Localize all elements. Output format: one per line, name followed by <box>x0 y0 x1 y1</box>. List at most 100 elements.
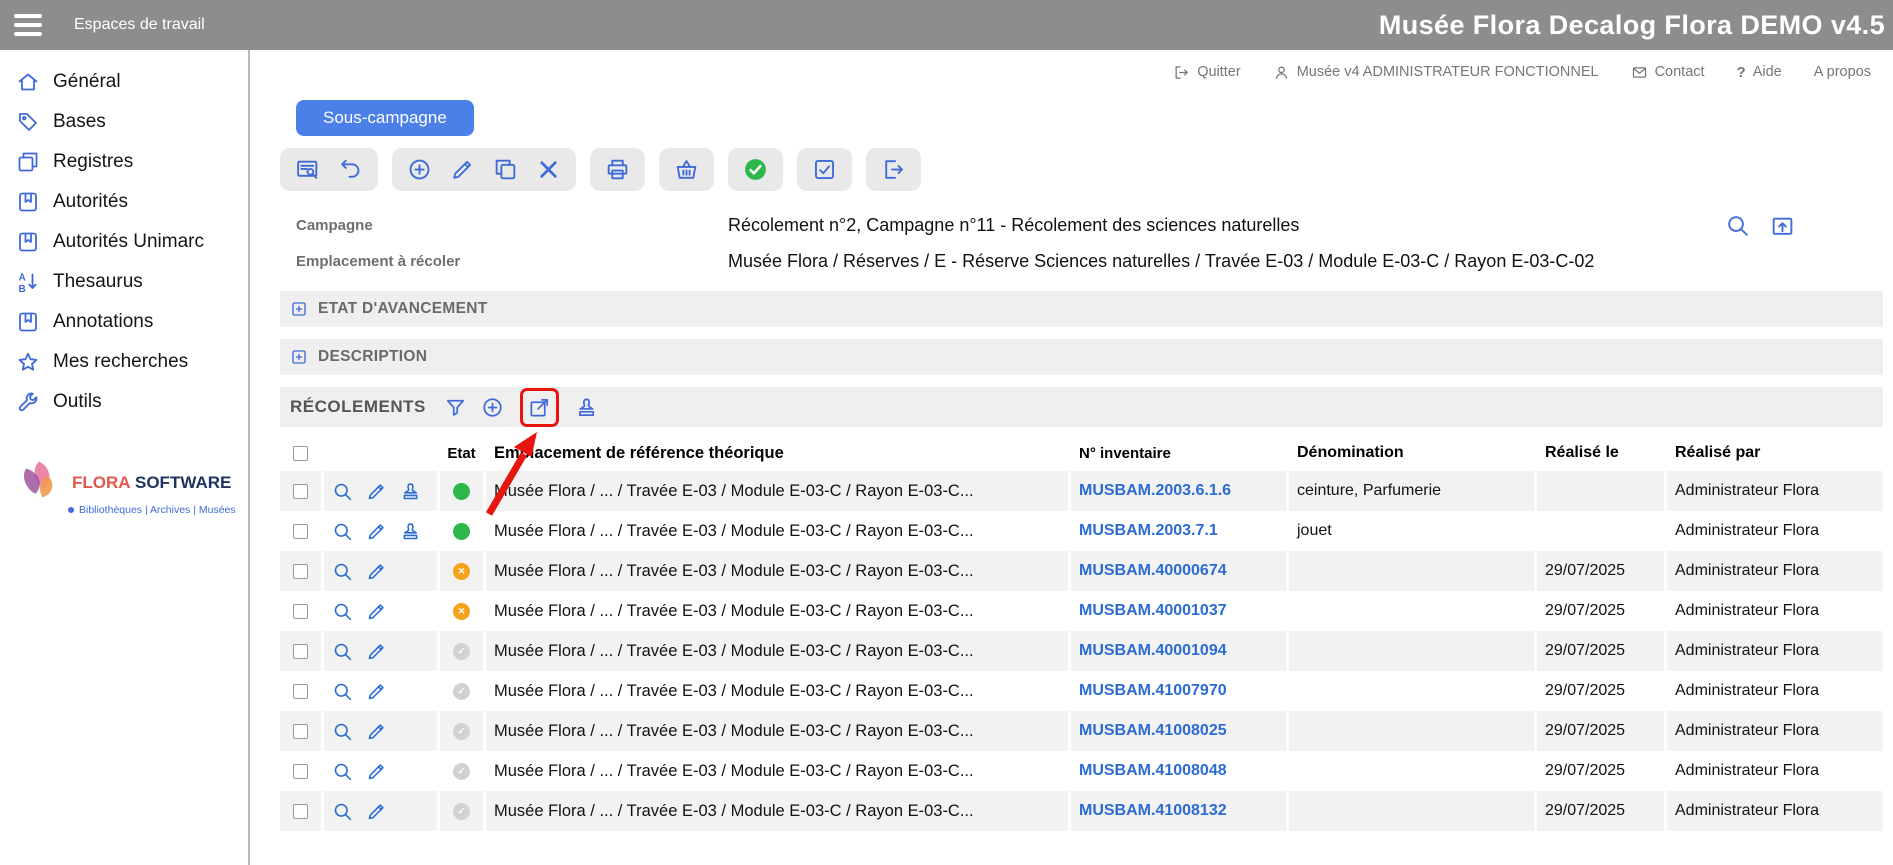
sidebar-item-registres[interactable]: Registres <box>0 142 248 182</box>
row-checkbox[interactable] <box>293 524 308 539</box>
inventory-link[interactable]: MUSBAM.2003.6.1.6 <box>1079 482 1231 500</box>
sidebar-item-autorites[interactable]: Autorités <box>0 182 248 222</box>
tag-icon <box>16 110 40 134</box>
sidebar-item-outils[interactable]: Outils <box>0 382 248 422</box>
inventory-link[interactable]: MUSBAM.2003.7.1 <box>1079 522 1218 540</box>
expand-plus-icon[interactable] <box>290 348 308 366</box>
row-denomination <box>1289 551 1537 591</box>
campagne-field-actions <box>1725 213 1883 238</box>
logo-name-secondary: SOFTWARE <box>135 473 231 492</box>
table-row: ✓ Musée Flora / ... / Travée E-03 / Modu… <box>280 751 1883 791</box>
row-location: Musée Flora / ... / Travée E-03 / Module… <box>486 591 1071 631</box>
inventory-link[interactable]: MUSBAM.40000674 <box>1079 562 1227 580</box>
delete-icon[interactable] <box>536 157 561 182</box>
pencil-icon[interactable] <box>366 641 387 662</box>
pencil-icon[interactable] <box>366 801 387 822</box>
select-all-checkbox[interactable] <box>293 446 308 461</box>
table-header-row: Etat Emplacement de référence théorique … <box>280 435 1883 471</box>
sidebar-item-label: Autorités <box>53 191 128 213</box>
check-circle-icon[interactable] <box>743 157 768 182</box>
logo-text: FLORA SOFTWARE <box>72 473 231 493</box>
search-icon[interactable] <box>1725 213 1750 238</box>
status-dot: ✕ <box>453 603 470 620</box>
row-checkbox[interactable] <box>293 804 308 819</box>
row-date: 29/07/2025 <box>1537 591 1667 631</box>
inventory-link[interactable]: MUSBAM.40001037 <box>1079 602 1227 620</box>
section-etat-avancement[interactable]: ETAT D'AVANCEMENT <box>280 291 1883 327</box>
sidebar-item-autorites-unimarc[interactable]: Autorités Unimarc <box>0 222 248 262</box>
pencil-icon[interactable] <box>366 521 387 542</box>
row-checkbox[interactable] <box>293 644 308 659</box>
pencil-icon[interactable] <box>366 481 387 502</box>
sidebar-item-annotations[interactable]: Annotations <box>0 302 248 342</box>
magnifier-icon[interactable] <box>332 641 353 662</box>
magnifier-icon[interactable] <box>332 681 353 702</box>
pencil-icon[interactable] <box>366 601 387 622</box>
inventory-link[interactable]: MUSBAM.41008025 <box>1079 722 1227 740</box>
stamp-icon[interactable] <box>575 396 598 419</box>
external-link-icon[interactable] <box>528 396 551 419</box>
magnifier-icon[interactable] <box>332 601 353 622</box>
expand-plus-icon[interactable] <box>290 300 308 318</box>
magnifier-icon[interactable] <box>332 721 353 742</box>
add-icon[interactable] <box>407 157 432 182</box>
sidebar-item-thesaurus[interactable]: AB Thesaurus <box>0 262 248 302</box>
row-checkbox[interactable] <box>293 724 308 739</box>
magnifier-icon[interactable] <box>332 561 353 582</box>
pencil-icon[interactable] <box>366 761 387 782</box>
row-checkbox[interactable] <box>293 684 308 699</box>
user-icon <box>1273 64 1290 81</box>
inventory-link[interactable]: MUSBAM.41008132 <box>1079 802 1227 820</box>
open-window-icon[interactable] <box>1770 213 1795 238</box>
about-link[interactable]: A propos <box>1814 64 1871 80</box>
copy-icon[interactable] <box>493 157 518 182</box>
checkbox-check-icon[interactable] <box>812 157 837 182</box>
table-body: Musée Flora / ... / Travée E-03 / Module… <box>280 471 1883 831</box>
row-checkbox[interactable] <box>293 604 308 619</box>
registers-icon <box>16 150 40 174</box>
sidebar-item-general[interactable]: Général <box>0 62 248 102</box>
menu-icon[interactable] <box>14 14 42 36</box>
row-location: Musée Flora / ... / Travée E-03 / Module… <box>486 551 1071 591</box>
list-search-icon[interactable] <box>295 157 320 182</box>
edit-icon[interactable] <box>450 157 475 182</box>
star-icon <box>16 350 40 374</box>
inventory-link[interactable]: MUSBAM.40001094 <box>1079 642 1227 660</box>
magnifier-icon[interactable] <box>332 801 353 822</box>
export-icon[interactable] <box>881 157 906 182</box>
section-description[interactable]: DESCRIPTION <box>280 339 1883 375</box>
funnel-icon[interactable] <box>444 396 467 419</box>
inventory-link[interactable]: MUSBAM.41007970 <box>1079 682 1227 700</box>
question-mark-icon: ? <box>1737 64 1746 81</box>
magnifier-icon[interactable] <box>332 521 353 542</box>
row-location: Musée Flora / ... / Travée E-03 / Module… <box>486 791 1071 831</box>
basket-icon[interactable] <box>674 157 699 182</box>
pencil-icon[interactable] <box>366 721 387 742</box>
row-checkbox[interactable] <box>293 564 308 579</box>
sidebar-item-bases[interactable]: Bases <box>0 102 248 142</box>
stamp-icon[interactable] <box>400 521 421 542</box>
book-icon <box>16 190 40 214</box>
magnifier-icon[interactable] <box>332 761 353 782</box>
pencil-icon[interactable] <box>366 561 387 582</box>
magnifier-icon[interactable] <box>332 481 353 502</box>
svg-text:B: B <box>19 284 26 294</box>
help-link[interactable]: ? Aide <box>1737 64 1782 81</box>
sidebar-item-mes-recherches[interactable]: Mes recherches <box>0 342 248 382</box>
row-checkbox[interactable] <box>293 484 308 499</box>
recolements-title: RÉCOLEMENTS <box>290 397 426 417</box>
add-recolement-icon[interactable] <box>481 396 504 419</box>
user-menu[interactable]: Musée v4 ADMINISTRATEUR FONCTIONNEL <box>1273 64 1599 81</box>
printer-icon[interactable] <box>605 157 630 182</box>
inventory-link[interactable]: MUSBAM.41008048 <box>1079 762 1227 780</box>
row-checkbox[interactable] <box>293 764 308 779</box>
contact-link[interactable]: Contact <box>1631 64 1705 81</box>
quit-button[interactable]: Quitter <box>1173 64 1241 81</box>
stamp-icon[interactable] <box>400 481 421 502</box>
tab-sous-campagne[interactable]: Sous-campagne <box>296 100 474 136</box>
pencil-icon[interactable] <box>366 681 387 702</box>
status-dot: ✓ <box>453 723 470 740</box>
sidebar-item-label: Annotations <box>53 311 153 333</box>
logout-icon <box>1173 64 1190 81</box>
undo-icon[interactable] <box>338 157 363 182</box>
